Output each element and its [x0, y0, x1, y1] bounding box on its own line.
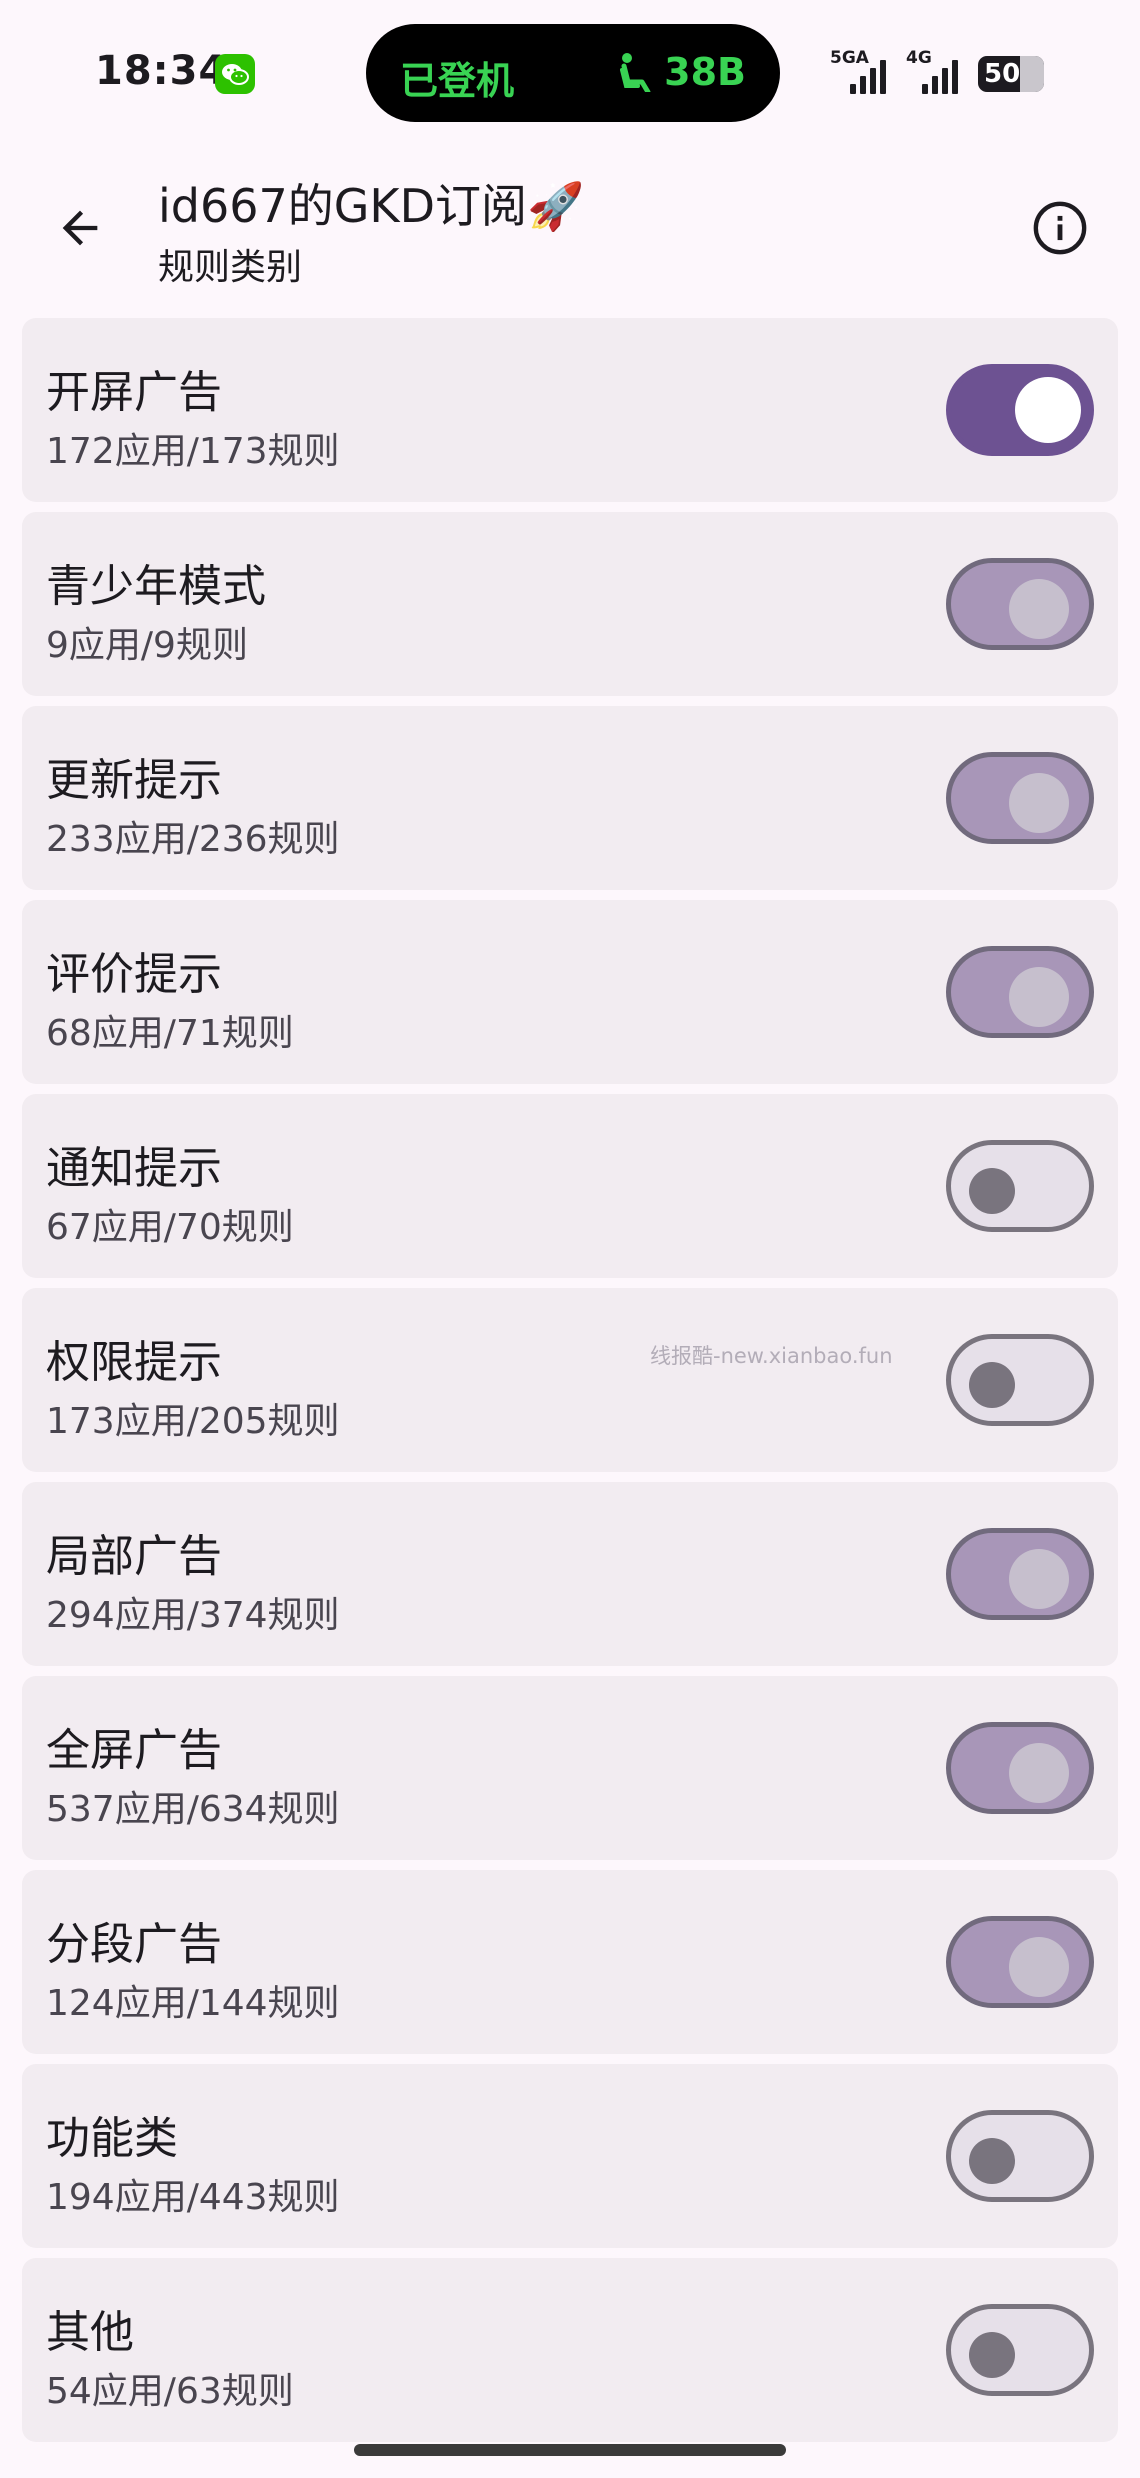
back-button[interactable] [40, 188, 120, 268]
rule-name: 局部广告 [46, 1531, 222, 1582]
toggle-thumb [969, 1168, 1015, 1214]
rule-count: 68应用/71规则 [46, 1013, 294, 1054]
rule-name: 评价提示 [46, 949, 222, 1000]
toggle-thumb [1015, 377, 1081, 443]
rule-name: 全屏广告 [46, 1725, 222, 1776]
rule-name: 分段广告 [46, 1919, 222, 1970]
rule-name: 其他 [46, 2307, 134, 2358]
rule-toggle[interactable] [946, 1140, 1094, 1232]
rule-count: 67应用/70规则 [46, 1207, 294, 1248]
rule-name: 更新提示 [46, 755, 222, 806]
rule-count: 172应用/173规则 [46, 431, 340, 472]
rule-count: 9应用/9规则 [46, 625, 248, 666]
signal-5ga-icon: 5GA [830, 48, 900, 94]
rule-name: 权限提示 [46, 1337, 222, 1388]
rule-count: 537应用/634规则 [46, 1789, 340, 1830]
toggle-thumb [1009, 967, 1069, 1027]
home-indicator[interactable] [354, 2444, 786, 2456]
rule-toggle[interactable] [946, 1334, 1094, 1426]
watermark-text: 线报酷-new.xianbao.fun [650, 1344, 893, 1368]
rule-count: 173应用/205规则 [46, 1401, 340, 1442]
rule-toggle[interactable] [946, 946, 1094, 1038]
battery-icon: 50 [978, 56, 1044, 92]
status-bar: 18:34 已登机 38B 5GA 4G 50 [0, 0, 1140, 140]
battery-level: 50 [984, 59, 1021, 89]
rule-count: 233应用/236规则 [46, 819, 340, 860]
arrow-left-icon [62, 210, 98, 246]
toggle-thumb [969, 2138, 1015, 2184]
rule-card-teen-mode[interactable]: 青少年模式 9应用/9规则 [22, 512, 1118, 696]
rule-toggle[interactable] [946, 2110, 1094, 2202]
rule-card-functional[interactable]: 功能类 194应用/443规则 [22, 2064, 1118, 2248]
toggle-thumb [1009, 1549, 1069, 1609]
info-button[interactable] [1020, 188, 1100, 268]
rule-card-notification-prompt[interactable]: 通知提示 67应用/70规则 [22, 1094, 1118, 1278]
status-time: 18:34 [95, 48, 228, 94]
rule-name: 开屏广告 [46, 367, 222, 418]
rule-card-fullscreen-ad[interactable]: 全屏广告 537应用/634规则 [22, 1676, 1118, 1860]
dynamic-island[interactable]: 已登机 38B [366, 24, 780, 122]
rule-card-other[interactable]: 其他 54应用/63规则 [22, 2258, 1118, 2442]
rule-name: 青少年模式 [46, 561, 266, 612]
page-subtitle: 规则类别 [158, 247, 303, 288]
info-icon [1033, 201, 1087, 255]
wechat-icon [215, 54, 255, 94]
rule-card-permission-prompt[interactable]: 权限提示 173应用/205规则 [22, 1288, 1118, 1472]
seat-number: 38B [664, 50, 746, 94]
rule-card-partial-ad[interactable]: 局部广告 294应用/374规则 [22, 1482, 1118, 1666]
toggle-thumb [969, 2332, 1015, 2378]
toggle-thumb [1009, 579, 1069, 639]
rule-count: 54应用/63规则 [46, 2371, 294, 2412]
rule-name: 功能类 [46, 2113, 178, 2164]
seat-icon [620, 53, 651, 92]
rule-toggle[interactable] [946, 2304, 1094, 2396]
gkd-rule-categories-screen: 18:34 已登机 38B 5GA 4G 50 id667的GKD订阅🚀 规则类… [0, 0, 1140, 2478]
rule-toggle[interactable] [946, 364, 1094, 456]
rule-toggle[interactable] [946, 752, 1094, 844]
signal-4g-icon: 4G [906, 48, 966, 94]
seat-info: 38B [618, 50, 746, 94]
rule-toggle[interactable] [946, 1916, 1094, 2008]
toggle-thumb [1009, 1937, 1069, 1997]
boarding-status: 已登机 [400, 59, 515, 103]
rule-card-splash-ad[interactable]: 开屏广告 172应用/173规则 [22, 318, 1118, 502]
toggle-thumb [1009, 1743, 1069, 1803]
rule-toggle[interactable] [946, 1528, 1094, 1620]
rule-name: 通知提示 [46, 1143, 222, 1194]
toggle-thumb [1009, 773, 1069, 833]
toggle-thumb [969, 1362, 1015, 1408]
rule-card-rating-prompt[interactable]: 评价提示 68应用/71规则 [22, 900, 1118, 1084]
rule-toggle[interactable] [946, 558, 1094, 650]
rule-card-segment-ad[interactable]: 分段广告 124应用/144规则 [22, 1870, 1118, 2054]
page-title: id667的GKD订阅🚀 [158, 179, 585, 233]
rule-toggle[interactable] [946, 1722, 1094, 1814]
rule-count: 294应用/374规则 [46, 1595, 340, 1636]
rule-card-update-prompt[interactable]: 更新提示 233应用/236规则 [22, 706, 1118, 890]
rule-count: 194应用/443规则 [46, 2177, 340, 2218]
rule-count: 124应用/144规则 [46, 1983, 340, 2024]
